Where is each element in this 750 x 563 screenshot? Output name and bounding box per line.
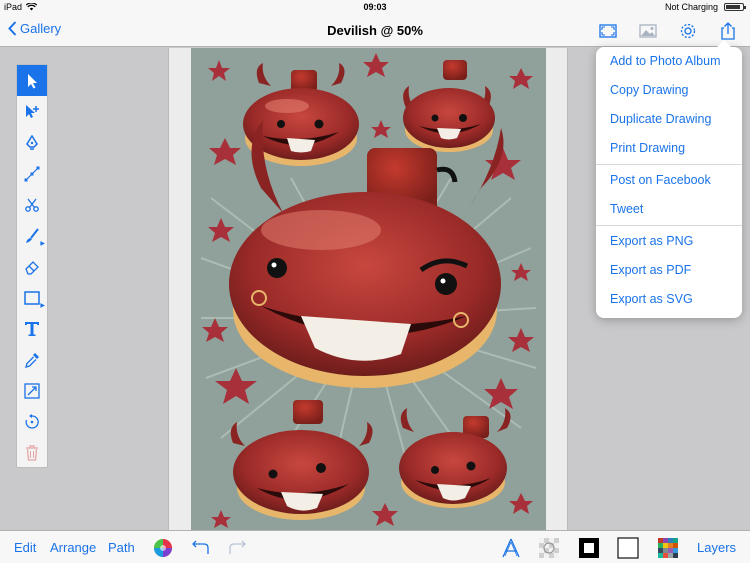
eyedropper-icon — [25, 352, 39, 368]
rotate-icon — [25, 413, 39, 429]
menu-item-export-png[interactable]: Export as PNG — [596, 227, 742, 256]
transform-tool[interactable] — [17, 375, 47, 406]
pen-nib-icon — [26, 134, 38, 150]
menu-item-print-drawing[interactable]: Print Drawing — [596, 134, 742, 163]
menu-item-post-on-facebook[interactable]: Post on Facebook — [596, 166, 742, 195]
devil-small-bottom-right — [399, 408, 511, 508]
more-options-indicator: ▶ — [40, 241, 45, 247]
eraser-icon — [25, 260, 39, 275]
stroke-color-swatch[interactable] — [578, 537, 600, 559]
share-icon[interactable] — [718, 21, 738, 41]
edit-button[interactable]: Edit — [14, 540, 36, 555]
eyedropper-tool[interactable] — [17, 344, 47, 375]
status-time: 09:03 — [363, 2, 387, 12]
layers-button[interactable]: Layers — [697, 540, 736, 555]
settings-gear-icon[interactable] — [678, 21, 698, 41]
image-icon[interactable] — [638, 21, 658, 41]
tool-palette: ▶ ▶ — [16, 64, 48, 468]
menu-item-copy-drawing[interactable]: Copy Drawing — [596, 76, 742, 105]
menu-item-export-pdf[interactable]: Export as PDF — [596, 256, 742, 285]
path-button[interactable]: Path — [108, 540, 135, 555]
scale-transform-icon — [24, 382, 40, 399]
brush-icon — [26, 227, 39, 243]
devil-artwork — [200, 53, 537, 528]
fit-screen-icon[interactable] — [598, 21, 618, 41]
pen-tool[interactable] — [17, 127, 47, 158]
add-point-pointer-icon — [26, 104, 39, 118]
fill-pattern-icon[interactable] — [538, 537, 560, 559]
arrange-button[interactable]: Arrange — [50, 540, 96, 555]
bottom-toolbar: Edit Arrange Path Layers — [0, 530, 750, 563]
text-tool[interactable] — [17, 313, 47, 344]
select-tool[interactable] — [17, 65, 47, 96]
menu-item-add-to-photo-album[interactable]: Add to Photo Album — [596, 47, 742, 76]
rotate-tool[interactable] — [17, 406, 47, 437]
devil-small-bottom-left — [230, 400, 373, 520]
menu-separator — [596, 164, 742, 165]
battery-icon — [724, 3, 746, 11]
node-path-icon — [24, 166, 40, 181]
font-style-icon[interactable] — [500, 537, 522, 559]
undo-icon[interactable] — [192, 538, 210, 556]
shape-tool[interactable]: ▶ — [17, 282, 47, 313]
share-menu-popover: Add to Photo Album Copy Drawing Duplicat… — [596, 40, 742, 318]
swatches-grid-icon[interactable] — [657, 537, 679, 559]
eraser-tool[interactable] — [17, 251, 47, 282]
delete-tool[interactable] — [17, 437, 47, 468]
menu-item-duplicate-drawing[interactable]: Duplicate Drawing — [596, 105, 742, 134]
rectangle-icon — [24, 290, 40, 305]
direct-select-tool[interactable] — [17, 96, 47, 127]
color-wheel-icon[interactable] — [153, 538, 173, 558]
menu-separator — [596, 225, 742, 226]
brush-tool[interactable]: ▶ — [17, 220, 47, 251]
scissors-icon — [25, 198, 39, 212]
menu-item-tweet[interactable]: Tweet — [596, 195, 742, 224]
trash-icon — [26, 444, 38, 461]
charging-status: Not Charging — [664, 2, 718, 12]
scissors-tool[interactable] — [17, 189, 47, 220]
redo-icon[interactable] — [228, 538, 246, 556]
status-bar: iPad 09:03 Not Charging — [0, 0, 750, 14]
more-options-indicator: ▶ — [40, 303, 45, 309]
navigation-bar: Gallery Devilish @ 50% — [0, 14, 750, 47]
path-edit-tool[interactable] — [17, 158, 47, 189]
fill-color-swatch[interactable] — [617, 537, 639, 559]
arrow-pointer-icon — [28, 73, 37, 88]
text-t-icon — [25, 321, 39, 336]
devil-small-top-right — [403, 60, 495, 152]
drawing-canvas[interactable] — [191, 48, 546, 530]
menu-item-export-svg[interactable]: Export as SVG — [596, 285, 742, 314]
